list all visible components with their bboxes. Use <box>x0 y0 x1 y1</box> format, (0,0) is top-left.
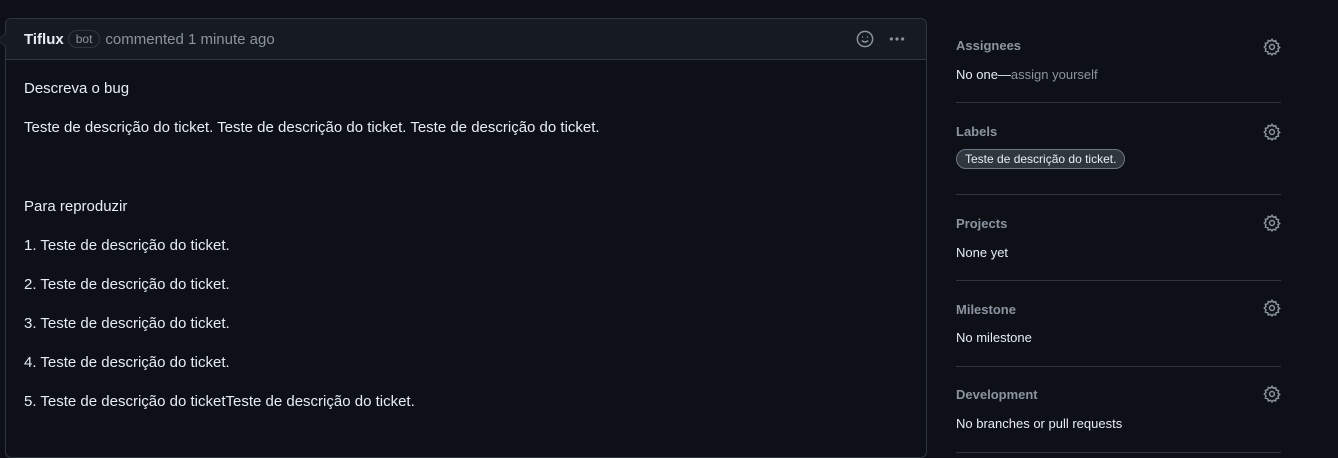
add-reaction-button[interactable] <box>854 28 876 50</box>
label-chip[interactable]: Teste de descrição do ticket. <box>956 149 1126 169</box>
assignees-gear-icon[interactable] <box>1263 38 1281 56</box>
projects-title[interactable]: Projects <box>956 216 1007 231</box>
step-item: 2. Teste de descrição do ticket. <box>24 276 230 293</box>
projects-gear-icon[interactable] <box>1263 214 1281 232</box>
bot-badge: bot <box>67 30 101 48</box>
labels-section: Labels Teste de descrição do ticket. <box>956 103 1281 195</box>
step-item: 5. Teste de descrição do ticketTeste de … <box>24 393 415 410</box>
development-gear-icon[interactable] <box>1263 385 1281 403</box>
development-section: Development No branches or pull requests <box>956 367 1281 453</box>
comment-body: Descreva o bug Teste de descrição do tic… <box>6 60 926 452</box>
projects-value: None yet <box>956 245 1009 260</box>
comment-actions <box>854 28 908 50</box>
comment-timestamp[interactable]: commented 1 minute ago <box>105 31 274 48</box>
step-item: 3. Teste de descrição do ticket. <box>24 315 230 332</box>
comment-header: Tiflux bot commented 1 minute ago <box>0 19 926 60</box>
body-subheading: Para reproduzir <box>24 198 128 215</box>
assignees-value: No one—assign yourself <box>956 67 1098 82</box>
assignees-title[interactable]: Assignees <box>956 38 1021 53</box>
comment-card: Tiflux bot commented 1 minute ago Descre… <box>0 18 927 458</box>
comment-author[interactable]: Tiflux <box>24 31 64 48</box>
body-heading: Descreva o bug <box>24 80 130 97</box>
development-value: No branches or pull requests <box>956 416 1123 431</box>
milestone-title[interactable]: Milestone <box>956 302 1016 317</box>
assignees-section: Assignees No one—assign yourself <box>956 0 1281 103</box>
step-item: 1. Teste de descrição do ticket. <box>24 237 230 254</box>
milestone-gear-icon[interactable] <box>1263 299 1281 317</box>
labels-title[interactable]: Labels <box>956 124 997 139</box>
projects-section: Projects None yet <box>956 195 1281 281</box>
milestone-value: No milestone <box>956 330 1032 345</box>
step-item: 4. Teste de descrição do ticket. <box>24 354 230 371</box>
milestone-section: Milestone No milestone <box>956 281 1281 367</box>
assignees-none-text: No one— <box>956 67 1011 82</box>
issue-sidebar: Assignees No one—assign yourself Labels … <box>956 0 1281 453</box>
labels-gear-icon[interactable] <box>1263 123 1281 141</box>
smiley-icon <box>856 30 874 48</box>
kebab-horizontal-icon <box>889 37 905 41</box>
more-options-button[interactable] <box>886 28 908 50</box>
assign-yourself-link[interactable]: assign yourself <box>1011 67 1098 82</box>
body-description: Teste de descrição do ticket. Teste de d… <box>24 119 600 136</box>
development-title[interactable]: Development <box>956 387 1038 402</box>
